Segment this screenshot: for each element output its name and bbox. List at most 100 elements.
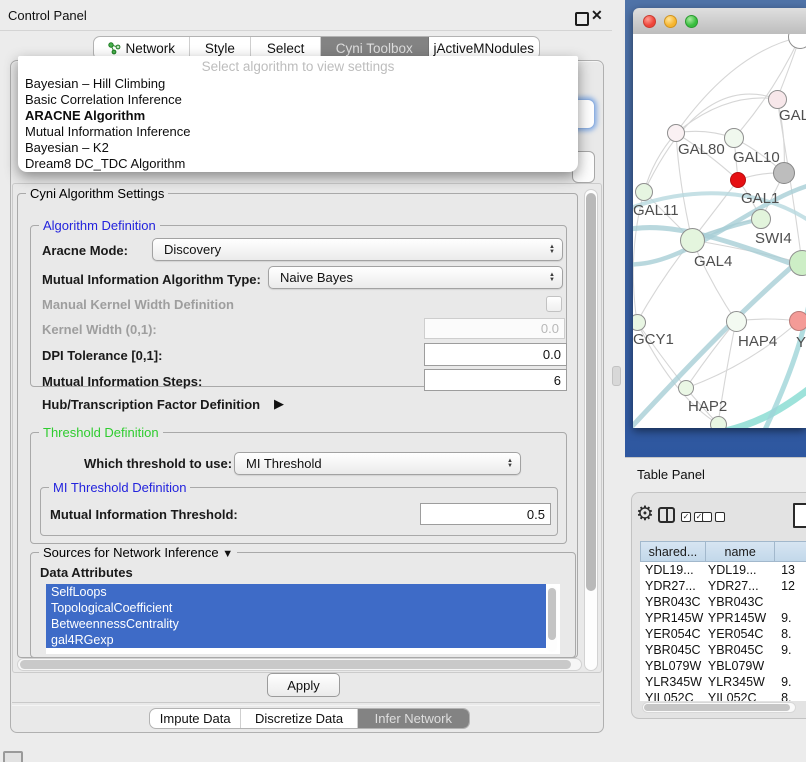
- close-icon[interactable]: ✕: [591, 7, 603, 24]
- attribute-item-betweennesscentrality[interactable]: BetweennessCentrality: [46, 616, 546, 632]
- mi-steps-label: Mutual Information Steps:: [42, 374, 202, 389]
- node-gal80-label: GAL80: [678, 141, 725, 158]
- tab-discretize-data-label: Discretize Data: [255, 711, 343, 726]
- split-view-icon[interactable]: [658, 507, 675, 523]
- node-gray[interactable]: [773, 162, 795, 184]
- column-header-name[interactable]: name: [706, 541, 775, 562]
- dropdown-item-bayesian-k2[interactable]: Bayesian – K2: [18, 140, 578, 156]
- table-cell: 8.: [775, 691, 806, 701]
- settings-hscrollbar-thumb[interactable]: [20, 660, 571, 669]
- table-cell: YBL079W: [706, 659, 775, 673]
- attribute-item-selfloops[interactable]: SelfLoops: [46, 584, 546, 600]
- node-gal1[interactable]: [730, 172, 746, 188]
- node-hap4-label: HAP4: [738, 333, 777, 350]
- table-row[interactable]: YPR145WYPR145W9.: [640, 610, 806, 626]
- minimized-panel-icon[interactable]: [3, 751, 23, 762]
- apply-button[interactable]: Apply: [267, 673, 340, 697]
- table-cell: YDR27...: [640, 579, 706, 593]
- dpi-tolerance-label: DPI Tolerance [0,1]:: [42, 348, 162, 363]
- table-hscrollbar-thumb[interactable]: [644, 704, 790, 711]
- node-gal-cut-label: GAL: [779, 107, 806, 124]
- deselect-all-columns-icon[interactable]: [702, 512, 725, 522]
- mi-threshold-field[interactable]: 0.5: [420, 503, 551, 525]
- algorithm-dropdown: Select algorithm to view settings Bayesi…: [18, 56, 578, 172]
- node-gcy1[interactable]: [633, 314, 646, 331]
- float-window-icon[interactable]: [575, 12, 589, 26]
- node-gal80[interactable]: [667, 124, 685, 142]
- dropdown-item-mutual-information-inference[interactable]: Mutual Information Inference: [18, 124, 578, 140]
- which-threshold-select[interactable]: MI Threshold ▲▼: [234, 452, 521, 475]
- dropdown-item-basic-correlation-inference[interactable]: Basic Correlation Inference: [18, 92, 578, 108]
- table-panel-title: Table Panel: [637, 467, 705, 482]
- node-table: shared...name YDL19...YDL19...13YDR27...…: [640, 541, 806, 701]
- table-row[interactable]: YBL079WYBL079W: [640, 658, 806, 674]
- table-row[interactable]: YLR345WYLR345W9.: [640, 674, 806, 690]
- dropdown-item-dream8-dc-tdc-algorithm[interactable]: Dream8 DC_TDC Algorithm: [18, 156, 578, 172]
- collapse-arrow-icon: ▼: [222, 548, 233, 560]
- expand-arrow-icon[interactable]: ▶: [274, 396, 284, 412]
- table-cell: YPR145W: [640, 611, 706, 625]
- table-row[interactable]: YER054CYER054C8.: [640, 626, 806, 642]
- dropdown-items: Bayesian – Hill ClimbingBasic Correlatio…: [18, 76, 578, 172]
- panel-divider-handle[interactable]: [612, 366, 621, 386]
- column-header-2[interactable]: [775, 541, 806, 562]
- attributes-scrollbar: [547, 586, 557, 652]
- data-attributes-list[interactable]: SelfLoopsTopologicalCoefficientBetweenne…: [46, 584, 560, 654]
- network-canvas[interactable]: GALGAL80GAL10GAL1GAL11SWI4GAL4GCY1HAP4YH…: [633, 34, 806, 428]
- tab-discretize-data[interactable]: Discretize Data: [241, 709, 357, 728]
- aracne-mode-select[interactable]: Discovery ▲▼: [152, 238, 563, 261]
- select-all-columns-icon[interactable]: ✓ ✓: [681, 512, 704, 522]
- attributes-scrollbar-thumb[interactable]: [548, 588, 556, 640]
- node-gal-cut[interactable]: [768, 90, 787, 109]
- attribute-item-gal4rgexp[interactable]: gal4RGexp: [46, 632, 546, 648]
- algorithm-definition-legend: Algorithm Definition: [39, 218, 160, 233]
- new-table-icon[interactable]: [793, 503, 806, 528]
- table-cell: 9.: [775, 611, 806, 625]
- settings-vertical-scrollbar: [584, 189, 598, 671]
- node-gal11[interactable]: [635, 183, 653, 201]
- kernel-width-label: Kernel Width (0,1):: [42, 322, 157, 337]
- table-cell: 8.: [775, 627, 806, 641]
- tab-cyni-toolbox-label: Cyni Toolbox: [336, 41, 413, 56]
- node-salmon[interactable]: [789, 311, 806, 331]
- table-cell: YBR045C: [706, 643, 775, 657]
- table-row[interactable]: YDL19...YDL19...13: [640, 562, 806, 578]
- hub-definition-label[interactable]: Hub/Transcription Factor Definition: [42, 397, 260, 412]
- tab-select-label: Select: [267, 41, 305, 56]
- node-hap2[interactable]: [678, 380, 694, 396]
- table-cell: YDR27...: [706, 579, 775, 593]
- minimize-button[interactable]: [664, 15, 677, 28]
- table-row[interactable]: YBR043CYBR043C: [640, 594, 806, 610]
- column-header-shared[interactable]: shared...: [640, 541, 706, 562]
- table-cell: YER054C: [640, 627, 706, 641]
- node-swi4[interactable]: [751, 209, 771, 229]
- tab-infer-network[interactable]: Infer Network: [358, 709, 469, 728]
- table-row[interactable]: YDR27...YDR27...12: [640, 578, 806, 594]
- attribute-item-topologicalcoefficient[interactable]: TopologicalCoefficient: [46, 600, 546, 616]
- table-row[interactable]: YIL052CYIL052C8.: [640, 690, 806, 701]
- zoom-button[interactable]: [685, 15, 698, 28]
- dropdown-item-bayesian-hill-climbing[interactable]: Bayesian – Hill Climbing: [18, 76, 578, 92]
- mi-threshold-legend: MI Threshold Definition: [49, 480, 190, 495]
- node-gal10[interactable]: [724, 128, 744, 148]
- manual-kernel-checkbox[interactable]: [546, 296, 562, 312]
- tab-style-label: Style: [205, 41, 235, 56]
- table-row[interactable]: YBR045CYBR045C9.: [640, 642, 806, 658]
- close-button[interactable]: [643, 15, 656, 28]
- tab-impute-data-label: Impute Data: [160, 711, 231, 726]
- node-gal4-label: GAL4: [694, 253, 732, 270]
- tab-impute-data[interactable]: Impute Data: [150, 709, 241, 728]
- dpi-tolerance-field[interactable]: 0.0: [424, 343, 567, 366]
- node-partial-bottom[interactable]: [710, 416, 727, 429]
- network-window-titlebar[interactable]: [633, 8, 806, 35]
- node-gcy1-label: GCY1: [633, 331, 674, 348]
- node-gal4[interactable]: [680, 228, 705, 253]
- mi-steps-field[interactable]: 6: [424, 369, 567, 391]
- gear-icon[interactable]: ⚙: [636, 504, 654, 524]
- sources-legend[interactable]: Sources for Network Inference ▼: [39, 545, 237, 560]
- bottom-tab-bar: Impute Data Discretize Data Infer Network: [149, 708, 470, 729]
- mi-algorithm-type-select[interactable]: Naive Bayes ▲▼: [268, 266, 563, 289]
- dropdown-item-aracne-algorithm[interactable]: ARACNE Algorithm: [18, 108, 578, 124]
- node-hap4[interactable]: [726, 311, 747, 332]
- settings-scrollbar-thumb[interactable]: [586, 193, 596, 591]
